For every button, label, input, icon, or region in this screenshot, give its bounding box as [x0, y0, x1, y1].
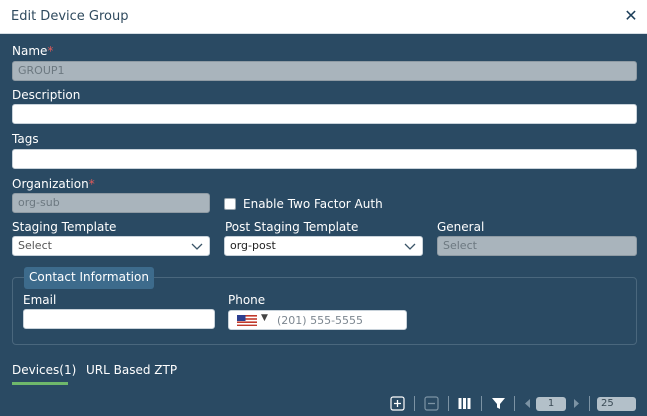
general-field: Select	[437, 236, 637, 256]
prev-page-icon[interactable]	[520, 396, 535, 411]
email-field[interactable]	[23, 309, 215, 329]
toolbar-divider	[481, 396, 482, 411]
post-staging-template-label: Post Staging Template	[225, 220, 359, 234]
general-label: General	[437, 220, 485, 234]
name-label-text: Name	[12, 44, 48, 58]
staging-template-value: Select	[18, 239, 52, 252]
dialog-title: Edit Device Group	[11, 9, 129, 24]
columns-icon[interactable]	[457, 396, 472, 411]
toolbar-divider	[589, 396, 590, 411]
post-staging-template-value: org-post	[230, 239, 276, 252]
tags-field[interactable]	[12, 149, 637, 169]
chevron-down-icon	[191, 243, 203, 250]
two-factor-label: Enable Two Factor Auth	[243, 197, 383, 211]
tab-devices[interactable]: Devices(1)	[12, 363, 76, 377]
two-factor-checkbox[interactable]	[224, 198, 236, 210]
name-label: Name*	[12, 44, 53, 58]
organization-label-text: Organization	[12, 177, 89, 191]
toolbar-divider	[414, 396, 415, 411]
organization-field: org-sub	[12, 193, 210, 213]
remove-icon[interactable]	[424, 396, 439, 411]
chevron-down-icon	[404, 243, 416, 250]
phone-field[interactable]: ▼ (201) 555-5555	[228, 310, 407, 330]
staging-template-select[interactable]: Select	[12, 236, 210, 256]
contact-information-legend: Contact Information	[24, 267, 154, 289]
toolbar-divider	[514, 396, 515, 411]
required-mark: *	[47, 44, 54, 58]
organization-label: Organization*	[12, 177, 95, 191]
required-mark: *	[88, 177, 95, 191]
name-field: GROUP1	[12, 61, 637, 81]
post-staging-template-select[interactable]: org-post	[224, 236, 423, 256]
description-label: Description	[12, 88, 81, 102]
add-icon[interactable]	[390, 396, 405, 411]
email-label: Email	[23, 293, 57, 307]
page-size-select[interactable]: 25	[597, 397, 636, 411]
dialog-titlebar: Edit Device Group ✕	[0, 0, 647, 34]
phone-label: Phone	[228, 293, 266, 307]
close-icon[interactable]: ✕	[623, 7, 639, 25]
description-field[interactable]	[12, 104, 637, 124]
toolbar-divider	[448, 396, 449, 411]
us-flag-icon[interactable]	[237, 315, 257, 326]
staging-template-label: Staging Template	[12, 220, 117, 234]
active-tab-indicator	[12, 382, 68, 385]
caret-down-icon[interactable]: ▼	[261, 313, 268, 323]
page-number-input[interactable]: 1	[536, 397, 566, 411]
filter-icon[interactable]	[491, 396, 506, 411]
tags-label: Tags	[12, 132, 39, 146]
tab-url-based-ztp[interactable]: URL Based ZTP	[86, 363, 177, 377]
next-page-icon[interactable]	[569, 396, 584, 411]
phone-placeholder: (201) 555-5555	[277, 314, 364, 327]
